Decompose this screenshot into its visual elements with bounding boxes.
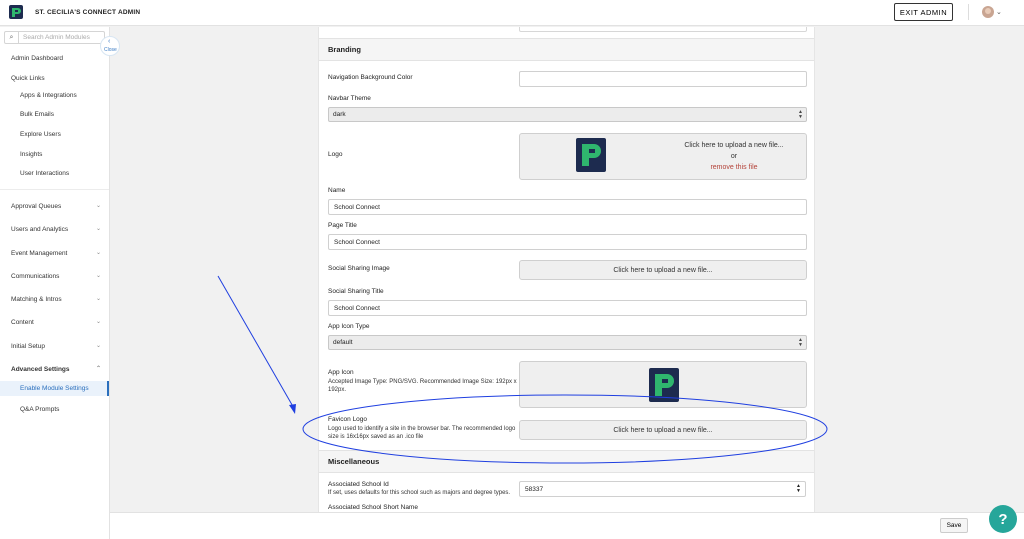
exit-admin-button[interactable]: EXIT ADMIN xyxy=(894,3,953,21)
sidebar-item-label: Matching & Intros xyxy=(11,296,62,303)
upload-link: Click here to upload a new file... xyxy=(613,266,713,274)
sidebar-item-label: Event Management xyxy=(11,250,68,257)
school-id-input[interactable]: 58337 ▲ ▼ xyxy=(519,481,806,497)
school-short-name-label: Associated School Short Name xyxy=(328,504,418,511)
nav-background-label: Navigation Background Color xyxy=(328,74,413,81)
chevron-down-icon: ⌄ xyxy=(95,343,101,349)
favicon-upload[interactable]: Click here to upload a new file... xyxy=(519,420,807,440)
school-id-label: Associated School Id xyxy=(328,481,389,488)
sidebar-item-label: Content xyxy=(11,319,34,326)
chevron-up-icon: ⌃ xyxy=(95,366,101,372)
search-box: ⌕ xyxy=(4,31,105,44)
school-id-value: 58337 xyxy=(525,485,544,493)
remove-file-link[interactable]: remove this file xyxy=(679,162,789,173)
sidebar-item-content[interactable]: Content ⌄ xyxy=(0,315,109,330)
sidebar-item-insights[interactable]: Insights xyxy=(0,147,109,162)
help-button[interactable]: ? xyxy=(989,505,1017,533)
navbar-theme-select[interactable]: dark ▲ ▼ xyxy=(328,107,807,122)
sidebar-item-matching-intros[interactable]: Matching & Intros ⌄ xyxy=(0,292,109,307)
name-input[interactable]: School Connect xyxy=(328,199,807,215)
sidebar-item-label: Users and Analytics xyxy=(11,226,69,233)
sidebar-item-user-interactions[interactable]: User Interactions xyxy=(0,166,109,181)
app-icon-type-label: App Icon Type xyxy=(328,323,370,330)
app-icon-type-select[interactable]: default ▲ ▼ xyxy=(328,335,807,350)
chevron-left-icon: ‹ xyxy=(108,38,111,45)
favicon-label: Favicon Logo xyxy=(328,416,368,423)
chevron-down-icon: ⌄ xyxy=(95,250,101,256)
divider xyxy=(0,189,109,190)
social-sharing-image-label: Social Sharing Image xyxy=(328,265,390,272)
upload-link[interactable]: Click here to upload a new file... xyxy=(679,140,789,151)
logo-upload-text: Click here to upload a new file... or re… xyxy=(679,140,789,173)
app-logo[interactable] xyxy=(8,4,24,20)
chevron-down-icon: ⌄ xyxy=(95,273,101,279)
annotation-arrow-line xyxy=(217,275,296,411)
branding-section-header: Branding xyxy=(319,38,814,61)
navbar-theme-label: Navbar Theme xyxy=(328,95,371,102)
sidebar-item-approval-queues[interactable]: Approval Queues ⌄ xyxy=(0,199,109,214)
page-title-label: Page Title xyxy=(328,222,357,229)
chevron-down-icon: ⌄ xyxy=(95,226,101,232)
stepper-arrows-icon[interactable]: ▲ ▼ xyxy=(796,484,801,494)
sidebar-item-admin-dashboard[interactable]: Admin Dashboard xyxy=(0,51,109,66)
top-bar: ST. CECILIA'S CONNECT ADMIN EXIT ADMIN ⌄ xyxy=(0,0,1024,26)
settings-panel: Branding Navigation Background Color Nav… xyxy=(318,27,815,512)
name-label: Name xyxy=(328,187,346,194)
miscellaneous-section-header: Miscellaneous xyxy=(319,450,814,473)
school-id-description: If set, uses defaults for this school su… xyxy=(328,490,511,496)
favicon-description: Logo used to identify a site in the brow… xyxy=(328,426,516,440)
search-icon: ⌕ xyxy=(5,32,19,43)
sidebar-item-enable-module-settings[interactable]: Enable Module Settings xyxy=(0,381,109,396)
sidebar-item-label: Approval Queues xyxy=(11,203,62,210)
annotation-arrowhead xyxy=(289,404,296,414)
chevron-down-icon[interactable]: ⌄ xyxy=(996,8,1002,16)
previous-field[interactable] xyxy=(519,27,807,32)
sidebar-item-users-analytics[interactable]: Users and Analytics ⌄ xyxy=(0,222,109,237)
social-sharing-image-upload[interactable]: Click here to upload a new file... xyxy=(519,260,807,280)
sidebar-item-label: Initial Setup xyxy=(11,343,45,350)
nav-background-color-input[interactable] xyxy=(519,71,807,87)
social-sharing-title-input[interactable]: School Connect xyxy=(328,300,807,316)
bottom-bar: Save xyxy=(110,512,1024,539)
chevron-down-icon: ⌄ xyxy=(95,319,101,325)
close-label: Close xyxy=(104,47,117,53)
sidebar-quick-links: Quick Links xyxy=(11,75,45,82)
sidebar-item-advanced-settings[interactable]: Advanced Settings ⌃ xyxy=(0,362,109,377)
app-icon-label: App Icon xyxy=(328,369,354,376)
app-icon-type-value: default xyxy=(333,339,353,346)
sidebar-item-explore-users[interactable]: Explore Users xyxy=(0,127,109,142)
sidebar-item-qa-prompts[interactable]: Q&A Prompts xyxy=(0,402,109,417)
upload-link: Click here to upload a new file... xyxy=(613,426,713,434)
sidebar-item-bulk-emails[interactable]: Bulk Emails xyxy=(0,107,109,122)
app-icon-preview-image xyxy=(649,368,679,402)
sidebar: ⌕ Admin Dashboard Quick Links Apps & Int… xyxy=(0,27,110,539)
sidebar-item-communications[interactable]: Communications ⌄ xyxy=(0,269,109,284)
social-sharing-title-label: Social Sharing Title xyxy=(328,288,384,295)
sidebar-item-apps-integrations[interactable]: Apps & Integrations xyxy=(0,88,109,103)
divider xyxy=(968,4,969,20)
logo-label: Logo xyxy=(328,151,343,158)
sidebar-item-label: Communications xyxy=(11,273,60,280)
chevron-down-icon: ⌄ xyxy=(95,296,101,302)
page-title-input[interactable]: School Connect xyxy=(328,234,807,250)
search-input[interactable] xyxy=(23,33,103,42)
sidebar-item-event-management[interactable]: Event Management ⌄ xyxy=(0,246,109,261)
select-arrows-icon: ▲ ▼ xyxy=(798,109,803,120)
save-button[interactable]: Save xyxy=(940,518,968,533)
navbar-theme-value: dark xyxy=(333,111,346,118)
select-arrows-icon: ▲ ▼ xyxy=(798,337,803,348)
sidebar-item-initial-setup[interactable]: Initial Setup ⌄ xyxy=(0,339,109,354)
logo-preview-image xyxy=(576,138,606,172)
or-text: or xyxy=(730,153,738,160)
close-sidebar-toggle[interactable]: ‹ Close xyxy=(100,36,120,56)
app-title: ST. CECILIA'S CONNECT ADMIN xyxy=(35,9,141,16)
app-icon-description: Accepted Image Type: PNG/SVG. Recommende… xyxy=(328,379,517,393)
sidebar-item-label: Advanced Settings xyxy=(11,366,70,373)
avatar[interactable] xyxy=(982,6,994,18)
chevron-down-icon: ⌄ xyxy=(95,203,101,209)
